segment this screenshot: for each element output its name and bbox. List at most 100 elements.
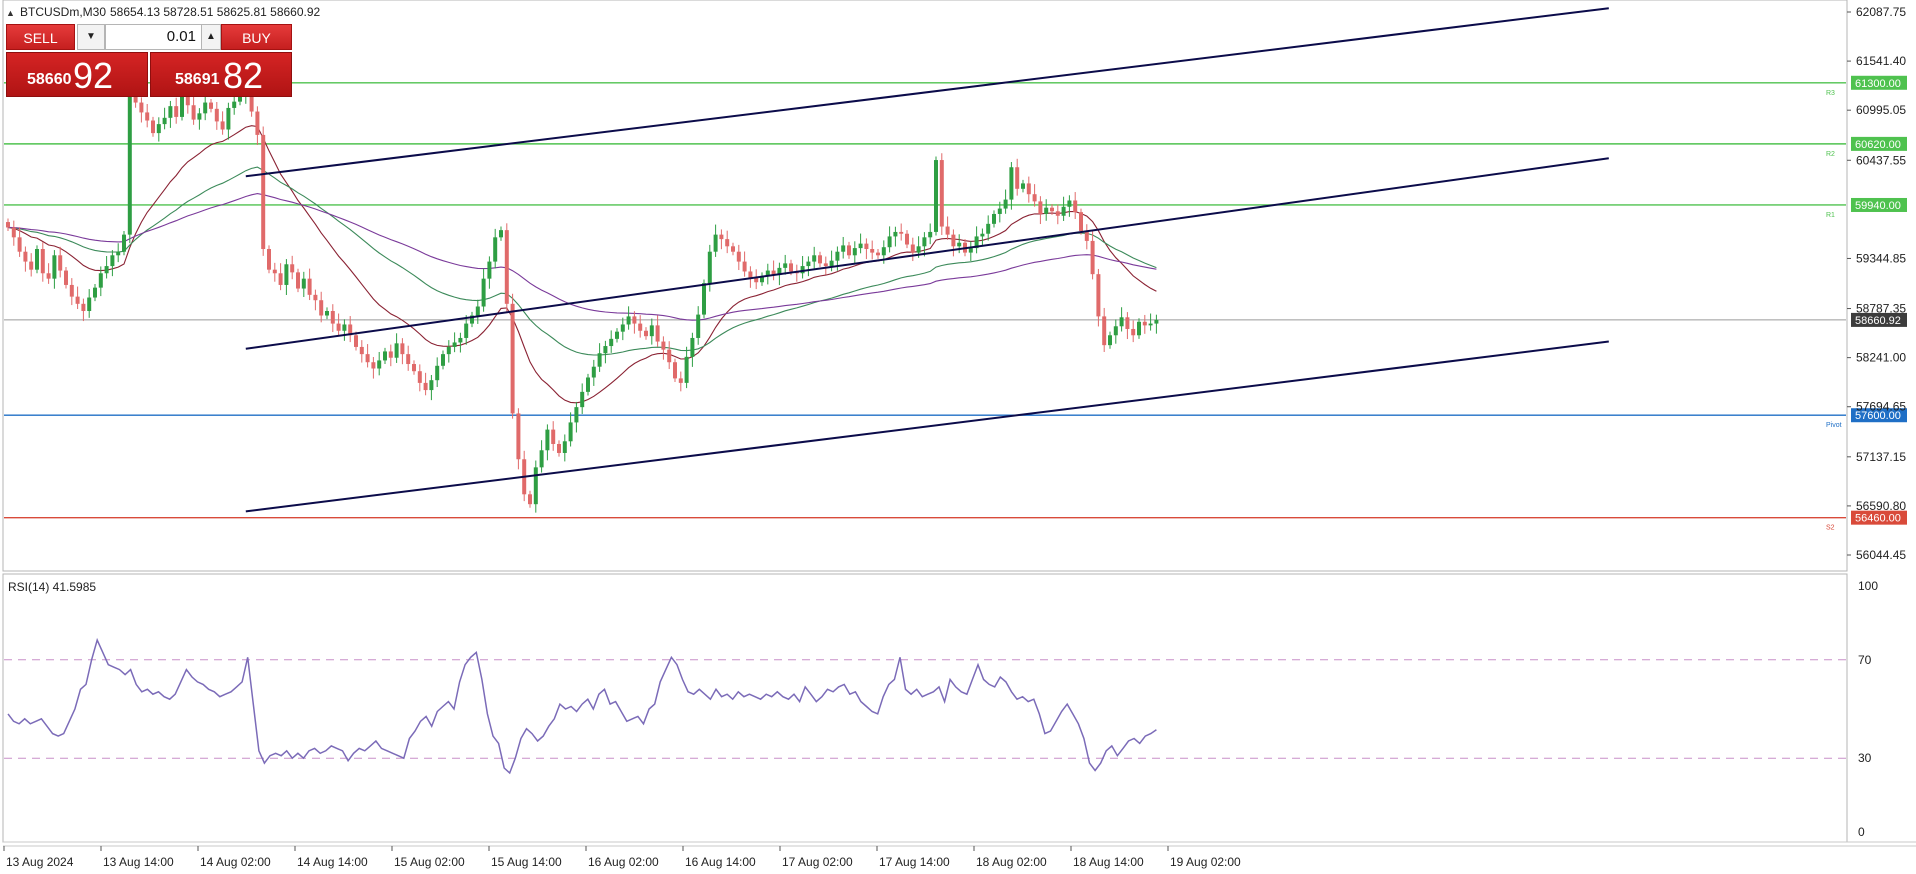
level-tag: S2: [1826, 525, 1835, 532]
price-tick-label: 62087.75: [1856, 5, 1906, 19]
one-click-trading-panel: SELL ▼ 0.01 ▲ BUY 58660 92 58691 82: [6, 24, 292, 97]
candle-body: [1102, 316, 1107, 346]
candle-body: [783, 263, 788, 268]
candle-body: [139, 102, 144, 113]
chevron-up-icon: ▲: [206, 31, 216, 42]
level-price-label: 60620.00: [1855, 139, 1901, 151]
candle-body: [644, 330, 648, 337]
candle-body: [313, 294, 318, 301]
candle-body: [87, 297, 92, 312]
candle-body: [441, 354, 445, 366]
ohlc-readout: 58654.13 58728.51 58625.81 58660.92: [110, 5, 321, 19]
candle-body: [452, 342, 457, 347]
candle-body: [597, 353, 602, 367]
price-tick-label: 58241.00: [1856, 351, 1906, 365]
lot-step-button[interactable]: ▲: [201, 24, 221, 50]
candle-body: [800, 266, 805, 274]
candle-body: [1055, 211, 1060, 216]
candle-body: [568, 422, 573, 442]
candle-body: [400, 343, 405, 355]
candle-body: [847, 245, 851, 256]
candle-body: [209, 102, 213, 109]
candle-body: [655, 325, 660, 342]
buy-price-pips: 82: [223, 55, 264, 96]
candle-body: [945, 226, 950, 235]
price-tick-label: 57694.65: [1856, 400, 1906, 414]
candle-body: [93, 287, 97, 298]
candle-body: [464, 323, 469, 338]
candle-body: [1073, 200, 1078, 213]
candle-body: [35, 249, 39, 270]
time-tick-label: 18 Aug 14:00: [1073, 855, 1144, 869]
time-tick-label: 14 Aug 02:00: [200, 855, 271, 869]
candle-body: [858, 243, 863, 249]
candle-body: [603, 346, 608, 354]
candle-body: [1131, 328, 1136, 336]
candle-body: [504, 230, 509, 304]
candle-body: [1137, 321, 1141, 336]
candle-body: [52, 255, 57, 279]
rsi-tick-label: 0: [1858, 825, 1865, 839]
lot-size-input[interactable]: 0.01: [105, 24, 203, 50]
candle-body: [684, 356, 689, 383]
candle-body: [98, 273, 103, 288]
price-tick-label: 61541.40: [1856, 54, 1906, 68]
current-price-label: 58660.92: [1855, 315, 1901, 327]
level-price-label: 59940.00: [1855, 200, 1901, 212]
candle-body: [122, 234, 126, 252]
chart-area[interactable]: 61300.00R360620.00R259940.00R157600.00Pi…: [0, 0, 1916, 874]
buy-price-button[interactable]: 58691 82: [150, 52, 292, 97]
candle-body: [423, 382, 428, 391]
candle-body: [1142, 321, 1147, 326]
candle-body: [284, 264, 289, 285]
candle-body: [487, 261, 492, 279]
candle-body: [696, 314, 701, 338]
candle-body: [1003, 199, 1008, 209]
candle-body: [823, 263, 828, 267]
candle-body: [359, 346, 364, 355]
candle-body: [64, 270, 68, 285]
candle-body: [968, 248, 973, 253]
candle-body: [151, 120, 155, 134]
candle-body: [116, 251, 121, 256]
candle-body: [17, 237, 22, 252]
candle-body: [818, 255, 822, 264]
candle-body: [6, 222, 10, 228]
candle-body: [528, 494, 532, 505]
candle-body: [1154, 319, 1159, 324]
level-tag: R1: [1826, 212, 1835, 219]
candle-body: [330, 311, 335, 324]
time-tick-label: 15 Aug 14:00: [491, 855, 562, 869]
candle-body: [58, 255, 63, 271]
candle-body: [23, 251, 28, 262]
time-tick-label: 19 Aug 02:00: [1170, 855, 1241, 869]
candle-body: [336, 323, 341, 331]
candle-body: [586, 377, 590, 392]
candle-body: [394, 343, 399, 358]
candle-body: [806, 261, 811, 267]
time-tick-label: 15 Aug 02:00: [394, 855, 465, 869]
candle-body: [742, 261, 747, 272]
candle-body: [377, 360, 382, 369]
candle-body: [197, 113, 202, 120]
lot-dropdown-button[interactable]: ▼: [77, 24, 105, 50]
level-price-label: 56460.00: [1855, 513, 1901, 525]
symbol-triangle-icon[interactable]: ▲: [6, 8, 15, 18]
candle-body: [203, 102, 208, 114]
candle-body: [986, 223, 991, 234]
sell-button[interactable]: SELL: [6, 24, 75, 50]
candle-body: [580, 391, 585, 408]
level-tag: R3: [1826, 90, 1835, 97]
sell-price-button[interactable]: 58660 92: [6, 52, 148, 97]
candle-body: [40, 249, 45, 274]
candle-body: [562, 441, 567, 453]
rsi-tick-label: 100: [1858, 579, 1878, 593]
candle-body: [1044, 207, 1049, 214]
level-tag: R2: [1826, 151, 1835, 158]
candle-body: [191, 105, 196, 120]
candle-body: [992, 213, 996, 224]
candle-body: [731, 246, 735, 252]
candle-body: [180, 93, 184, 117]
buy-button[interactable]: BUY: [221, 24, 292, 50]
candle-body: [615, 331, 619, 339]
